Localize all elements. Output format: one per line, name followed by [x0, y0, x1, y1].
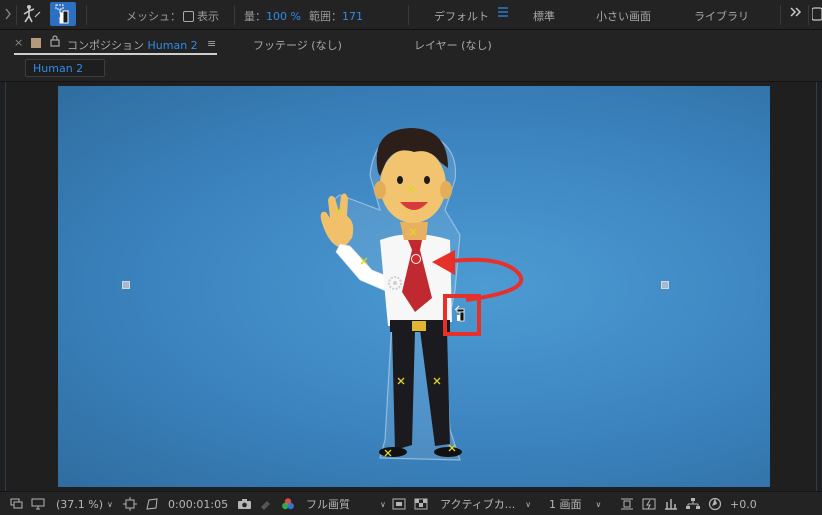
puppet-position-pin-tool-icon[interactable]: [20, 2, 44, 26]
range-field: 範囲：171: [309, 10, 363, 23]
timeline-icon[interactable]: [664, 496, 678, 512]
tab-footage[interactable]: フッテージ (なし): [253, 37, 342, 53]
lock-icon[interactable]: [50, 35, 60, 50]
tab-layer[interactable]: レイヤー (なし): [414, 37, 492, 53]
mesh-show-checkbox[interactable]: 表示: [180, 8, 219, 24]
exposure-value[interactable]: +0.0: [730, 496, 757, 512]
overlap-cursor-icon: [454, 305, 465, 322]
viewer-right-border: [816, 82, 817, 491]
viewer-controls-bar: (37.1 %) ∨ 0:00:01:05 フル画質 ∨ アクティブカ... ∨ 1 …: [0, 491, 822, 515]
toggle-pixel-aspect-icon[interactable]: [620, 496, 634, 512]
color-channels-icon[interactable]: [281, 496, 295, 512]
zoom-dropdown[interactable]: (37.1 %) ∨: [56, 496, 113, 512]
search-help-icon[interactable]: [811, 6, 822, 25]
panel-header: × コンポジション Human 2 ≡ フッテージ (なし) レイヤー (なし): [0, 30, 822, 58]
amount-field: 量：100 %: [244, 10, 301, 23]
always-preview-icon[interactable]: [10, 496, 23, 512]
grid-guides-icon[interactable]: [123, 496, 137, 512]
checkbox-icon[interactable]: [183, 11, 194, 22]
tool-expand-icon[interactable]: [2, 2, 14, 26]
menu-lines-icon[interactable]: [497, 6, 509, 21]
chevron-down-icon: ∨: [107, 499, 113, 509]
composition-name: Human 2: [147, 39, 198, 52]
camera-snapshot-icon[interactable]: [237, 496, 252, 512]
chevron-down-icon: ∨: [525, 499, 532, 509]
resolution-dropdown[interactable]: フル画質 ∨: [306, 496, 386, 512]
layer-handle-right[interactable]: [661, 281, 669, 289]
timecode[interactable]: 0:00:01:05: [168, 496, 228, 512]
comp-breadcrumb-label: Human 2: [33, 62, 84, 75]
active-tab-indicator: [14, 53, 217, 55]
amount-value[interactable]: 100 %: [266, 10, 301, 23]
puppet-overlap-tool-icon[interactable]: [50, 2, 76, 26]
comp-breadcrumb-tab[interactable]: Human 2: [25, 59, 105, 77]
workspace-standard[interactable]: 標準: [533, 8, 555, 24]
views-value: 1 画面: [549, 498, 582, 511]
viewer-left-border: [5, 82, 6, 491]
views-dropdown[interactable]: 1 画面 ∨: [549, 496, 601, 512]
workspace-default[interactable]: デフォルト: [434, 8, 489, 24]
panel-menu-icon[interactable]: ≡: [207, 37, 216, 50]
layer-handle-left[interactable]: [122, 281, 130, 289]
region-of-interest-icon[interactable]: [392, 496, 406, 512]
reset-exposure-icon[interactable]: [708, 496, 722, 512]
fast-preview-icon[interactable]: [642, 496, 656, 512]
selected-pin[interactable]: [411, 254, 421, 264]
transparency-grid-icon[interactable]: [414, 496, 428, 512]
mesh-label: メッシュ：: [126, 10, 181, 23]
mesh-show-label: 表示: [197, 10, 219, 23]
camera-dropdown[interactable]: アクティブカ... ∨: [440, 496, 531, 512]
workspace-library[interactable]: ライブラリ: [694, 8, 749, 24]
camera-value: アクティブカ...: [440, 498, 516, 511]
show-snapshot-icon[interactable]: [259, 496, 273, 512]
composition-color-swatch: [31, 38, 41, 48]
zoom-value: (37.1 %): [56, 497, 104, 511]
chevron-down-icon: ∨: [595, 499, 602, 509]
resolution-value: フル画質: [306, 498, 350, 511]
toolbar: メッシュ： 表示 量：100 % 範囲：171 デフォルト 標準 小さい画面 ラ…: [0, 0, 822, 30]
chevron-down-icon: ∨: [380, 499, 386, 509]
flowchart-icon[interactable]: [686, 496, 700, 512]
workspace-small-screen[interactable]: 小さい画面: [596, 8, 651, 24]
mask-visibility-icon[interactable]: [145, 496, 159, 512]
double-chevron-right-icon[interactable]: [789, 6, 803, 21]
range-value[interactable]: 171: [342, 10, 363, 23]
monitor-icon[interactable]: [31, 496, 45, 512]
composition-tab-label[interactable]: コンポジション Human 2: [67, 37, 198, 53]
panel-subheader: [0, 58, 822, 82]
close-panel-icon[interactable]: ×: [14, 36, 23, 49]
